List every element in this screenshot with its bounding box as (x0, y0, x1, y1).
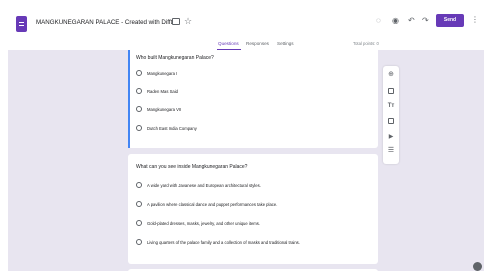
option-label[interactable]: Living quarters of the palace family and… (147, 240, 300, 245)
import-questions-icon[interactable] (388, 88, 394, 94)
question-title[interactable]: Who built Mangkunegaran Palace? (136, 55, 214, 61)
radio-circle-icon[interactable] (136, 125, 142, 131)
palette-icon[interactable]: ◌ (376, 16, 381, 26)
option-label[interactable]: A pavilion where classical dance and pup… (147, 202, 277, 207)
add-section-icon[interactable]: ☰ (386, 146, 396, 156)
form-canvas: Who built Mangkunegaran Palace? Mangkune… (8, 50, 484, 271)
focus-indicator (128, 50, 130, 148)
forms-logo-icon[interactable] (16, 16, 27, 32)
tab-responses[interactable]: Responses (246, 41, 269, 46)
total-points: Total points: 0 (353, 41, 379, 46)
question-card[interactable]: What can you see inside Mangkunegaran Pa… (128, 154, 378, 264)
more-vert-icon[interactable]: ⋮ (471, 15, 479, 24)
radio-circle-icon[interactable] (136, 70, 142, 76)
forms-editor: MANGKUNEGARAN PALACE - Created with Diff… (8, 8, 484, 271)
help-icon[interactable] (473, 262, 482, 271)
send-button[interactable]: Send (436, 14, 464, 27)
question-title[interactable]: What can you see inside Mangkunegaran Pa… (136, 164, 247, 170)
option-label[interactable]: Gold-plated dresses, masks, jewelry, and… (147, 221, 260, 226)
add-title-icon[interactable]: Tт (386, 101, 396, 111)
option-label[interactable]: Mangkunegara VII (147, 107, 181, 112)
option-label[interactable]: Mangkunegara I (147, 71, 177, 76)
option-label[interactable]: A wide yard with Javanese and European a… (147, 183, 261, 188)
add-question-icon[interactable]: ⊕ (386, 70, 396, 80)
add-image-icon[interactable] (388, 118, 394, 124)
add-video-icon[interactable]: ▶ (386, 132, 396, 142)
radio-circle-icon[interactable] (136, 182, 142, 188)
radio-circle-icon[interactable] (136, 106, 142, 112)
preview-icon[interactable]: ◉ (392, 16, 399, 26)
folder-icon[interactable] (172, 18, 180, 25)
document-title[interactable]: MANGKUNEGARAN PALACE - Created with Diff… (36, 19, 172, 26)
floating-toolbar: ⊕ Tт ▶ ☰ (383, 66, 399, 164)
header: MANGKUNEGARAN PALACE - Created with Diff… (8, 8, 484, 51)
option-label[interactable]: Dutch East India Company (147, 126, 197, 131)
radio-circle-icon[interactable] (136, 201, 142, 207)
star-icon[interactable]: ☆ (184, 15, 192, 27)
tab-settings[interactable]: Settings (277, 41, 294, 46)
radio-circle-icon[interactable] (136, 220, 142, 226)
radio-circle-icon[interactable] (136, 88, 142, 94)
tab-questions[interactable]: Questions (218, 41, 239, 46)
redo-icon[interactable]: ↷ (422, 16, 429, 26)
undo-icon[interactable]: ↶ (408, 16, 415, 26)
question-card[interactable]: Who built Mangkunegaran Palace? Mangkune… (128, 50, 378, 148)
option-label[interactable]: Raden Mas Said (147, 89, 178, 94)
radio-circle-icon[interactable] (136, 239, 142, 245)
